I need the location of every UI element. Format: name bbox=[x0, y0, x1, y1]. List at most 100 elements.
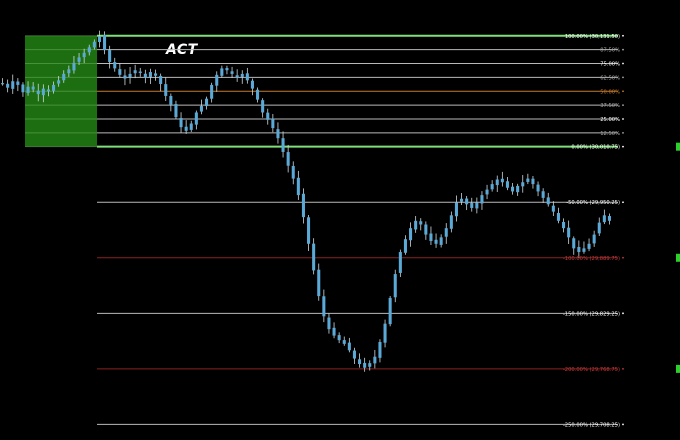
fib-level-label: 100.00% (30,131.50) bbox=[565, 34, 620, 40]
candle-body bbox=[342, 340, 346, 344]
candle-body bbox=[143, 73, 147, 78]
candle-body bbox=[123, 75, 127, 79]
candle-body bbox=[281, 138, 285, 152]
candle-body bbox=[271, 118, 275, 129]
candle-body bbox=[113, 62, 117, 69]
candle-body bbox=[516, 185, 520, 193]
candle-body bbox=[363, 362, 367, 368]
candle-body bbox=[11, 81, 15, 89]
candle-body bbox=[607, 216, 611, 221]
candle-body bbox=[261, 100, 265, 113]
candle-body bbox=[220, 68, 224, 76]
fib-level-label: 62.50% bbox=[600, 75, 620, 81]
candle-body bbox=[454, 202, 458, 217]
candle-body bbox=[164, 84, 168, 96]
candle-body bbox=[495, 179, 499, 186]
candle-body bbox=[434, 239, 438, 244]
candle-body bbox=[480, 195, 484, 204]
chart-area[interactable]: ACT 100.00% (30,131.50) 87.50% 75.00% 62.50… bbox=[0, 0, 680, 440]
candle-body bbox=[296, 177, 300, 196]
fib-level-label: 75.00% bbox=[600, 62, 620, 68]
candle-body bbox=[240, 73, 244, 77]
fib-level-label: -250.00% (29,708.25) bbox=[563, 422, 620, 428]
candle-body bbox=[1, 83, 5, 85]
candle-body bbox=[154, 73, 158, 76]
candle-body bbox=[26, 86, 30, 94]
candle-body bbox=[169, 96, 173, 106]
candle-body bbox=[266, 112, 270, 120]
price-marker bbox=[676, 364, 680, 373]
candle-body bbox=[327, 317, 331, 330]
fib-level-dot bbox=[622, 90, 624, 93]
candle-body bbox=[301, 193, 305, 218]
candle-body bbox=[577, 247, 581, 253]
candle-body bbox=[388, 297, 392, 325]
candle-body bbox=[398, 252, 402, 273]
candle-body bbox=[77, 57, 81, 62]
candle-body bbox=[286, 152, 290, 166]
fib-level-dot bbox=[622, 118, 624, 120]
candle-body bbox=[475, 202, 479, 209]
candle-body bbox=[337, 335, 341, 341]
candle-body bbox=[582, 248, 586, 252]
candle-body bbox=[230, 71, 234, 74]
candle-body bbox=[332, 327, 336, 336]
candle-body bbox=[470, 203, 474, 208]
candle-body bbox=[87, 47, 91, 53]
candle-body bbox=[424, 224, 428, 235]
fib-levels bbox=[97, 34, 618, 425]
fib-level-label: -200.00% (29,768.75) bbox=[563, 367, 620, 373]
candle-body bbox=[67, 69, 71, 74]
candle-body bbox=[490, 184, 494, 190]
fib-level-label: 12.50% bbox=[600, 131, 620, 137]
fib-level-dot bbox=[622, 76, 624, 79]
candle-body bbox=[460, 198, 464, 202]
candle-body bbox=[546, 197, 550, 205]
candle-body bbox=[526, 178, 530, 182]
candle-body bbox=[597, 222, 601, 234]
candle-body bbox=[159, 75, 163, 85]
candle-body bbox=[409, 228, 413, 241]
candle-body bbox=[82, 52, 86, 58]
candle-body bbox=[419, 221, 423, 225]
candle-body bbox=[72, 62, 76, 71]
fib-level-dot bbox=[622, 312, 624, 315]
candle-body bbox=[567, 227, 571, 238]
candle-body bbox=[103, 35, 107, 51]
fib-level-dot bbox=[622, 145, 624, 148]
fib-level-dot bbox=[622, 131, 624, 134]
fib-level-dot bbox=[622, 62, 624, 65]
candle-body bbox=[36, 90, 40, 95]
candle-body bbox=[414, 220, 418, 230]
candle-body bbox=[373, 356, 377, 364]
fib-level-dot bbox=[622, 104, 624, 107]
candle-body bbox=[307, 217, 311, 244]
candle-body bbox=[393, 274, 397, 298]
candle-body bbox=[312, 243, 316, 271]
candle-body bbox=[500, 178, 504, 183]
candlestick-chart[interactable]: 100.00% (30,131.50) 87.50% 75.00% 62.50% 50.… bbox=[0, 0, 680, 440]
candle-body bbox=[383, 323, 387, 343]
candle-body bbox=[6, 83, 10, 88]
candle-body bbox=[189, 123, 193, 130]
candle-body bbox=[592, 234, 596, 244]
candle-body bbox=[92, 41, 96, 48]
candle-body bbox=[210, 84, 214, 99]
candle-body bbox=[465, 198, 469, 205]
candle-body bbox=[31, 86, 35, 90]
candle-body bbox=[215, 74, 219, 86]
candle-body bbox=[199, 106, 203, 112]
candle-body bbox=[46, 89, 50, 92]
fib-level-dot bbox=[622, 34, 624, 37]
candle-body bbox=[602, 215, 606, 223]
candle-body bbox=[562, 221, 566, 229]
candle-body bbox=[291, 165, 295, 179]
candle-body bbox=[368, 363, 372, 367]
candle-body bbox=[322, 296, 326, 317]
candle-body bbox=[225, 68, 229, 71]
candle-body bbox=[245, 73, 249, 81]
candle-body bbox=[235, 75, 239, 78]
candle-body bbox=[108, 50, 112, 62]
candle-body bbox=[41, 88, 45, 96]
candle-body bbox=[429, 233, 433, 242]
